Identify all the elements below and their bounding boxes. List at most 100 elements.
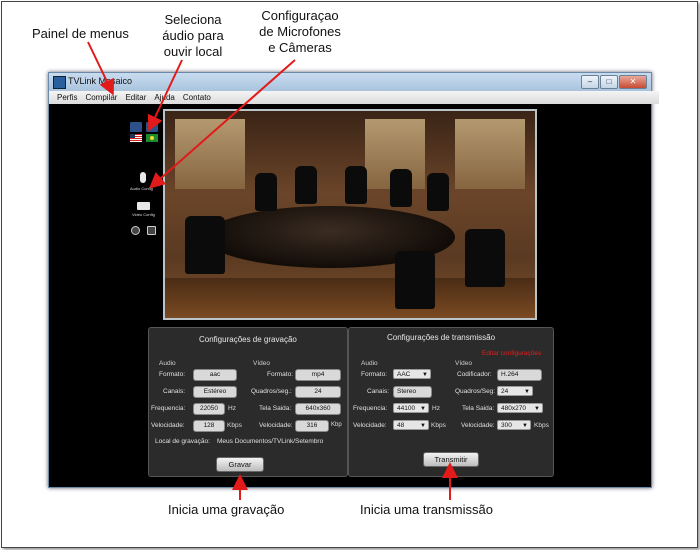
video-fps-value[interactable]: 24 [295, 386, 341, 398]
tx-audio-channels-value[interactable]: Stereo [393, 386, 432, 398]
close-button[interactable]: ✕ [619, 75, 647, 89]
audio-bitrate-value[interactable]: 128 [193, 420, 225, 432]
settings-icon[interactable] [131, 226, 140, 235]
room-window [455, 119, 525, 189]
microphone-icon[interactable] [140, 172, 146, 183]
video-resolution-value[interactable]: 640x360 [295, 403, 341, 415]
audio-header: Audio [361, 360, 378, 367]
chevron-down-icon: ▼ [422, 372, 428, 378]
video-format-value[interactable]: mp4 [295, 369, 341, 381]
callout-line: de Microfones [259, 24, 341, 39]
audio-channels-label: Canais: [163, 388, 186, 395]
tx-video-fps-label: Quadros/Seg: [455, 388, 496, 395]
maximize-button[interactable]: □ [600, 75, 618, 89]
search-icon[interactable] [147, 226, 156, 235]
callout-line: e Câmeras [268, 40, 332, 55]
tx-video-resolution-select[interactable]: 480x270 ▼ [497, 403, 543, 413]
chair [295, 166, 317, 204]
recording-settings-panel: Configurações de gravação Audio Vídeo Fo… [148, 327, 348, 477]
chair [427, 173, 449, 211]
tx-video-bitrate-value: 300 [501, 422, 512, 429]
audio-header: Audio [159, 360, 176, 367]
tx-video-fps-select[interactable]: 24 ▼ [497, 386, 533, 396]
tx-video-bitrate-unit: Kbps [534, 422, 549, 429]
video-header: Vídeo [253, 360, 270, 367]
speaker-icon[interactable] [146, 122, 158, 132]
video-bitrate-label: Velocidade: [259, 422, 293, 429]
tx-audio-bitrate-value: 48 [397, 422, 405, 429]
chair [185, 216, 225, 274]
chevron-down-icon: ▼ [522, 423, 528, 429]
camera-icon[interactable] [137, 202, 150, 210]
title-bar: TVLink Mosaico – □ ✕ [49, 73, 651, 91]
tx-video-resolution-label: Tela Saida: [462, 405, 495, 412]
callout-audio-select: Seleciona áudio para ouvir local [152, 12, 234, 60]
recording-location-label: Local de gravação: [155, 438, 210, 445]
tx-audio-format-label: Formato: [361, 371, 388, 378]
video-preview [163, 109, 537, 320]
video-bitrate-value[interactable]: 316 [295, 420, 329, 432]
chair [390, 169, 412, 207]
audio-frequency-label: Frequencia: [151, 405, 186, 412]
callout-line: Seleciona [164, 12, 222, 27]
app-icon [53, 76, 66, 89]
menu-compilar[interactable]: Compilar [85, 91, 117, 104]
video-format-label: Formato: [267, 371, 294, 378]
window-title: TVLink Mosaico [68, 76, 133, 86]
tx-video-bitrate-label: Velocidade: [461, 422, 495, 429]
room-window [175, 119, 245, 189]
audio-config-label[interactable]: Audio Config [130, 186, 153, 191]
tx-audio-frequency-select[interactable]: 44100 ▼ [393, 403, 429, 413]
chevron-down-icon: ▼ [420, 423, 426, 429]
audio-format-label: Formato: [159, 371, 186, 378]
audio-channels-value[interactable]: Estéreo [193, 386, 237, 398]
transmission-settings-panel: Configurações de transmissão Editar conf… [348, 327, 554, 477]
tx-audio-bitrate-unit: Kbps [431, 422, 446, 429]
audio-bitrate-label: Velocidade: [151, 422, 185, 429]
audio-format-value[interactable]: aac [193, 369, 237, 381]
tx-video-resolution-value: 480x270 [501, 405, 526, 412]
audio-frequency-value[interactable]: 22050 [193, 403, 225, 415]
callout-start-recording: Inicia uma gravação [168, 502, 285, 517]
callout-start-transmission: Inicia uma transmissão [360, 502, 493, 517]
edit-settings-link[interactable]: Editar configurações [482, 350, 541, 357]
menu-perfis[interactable]: Perfis [57, 91, 77, 104]
callout-line: ouvir local [163, 44, 223, 59]
chevron-down-icon: ▼ [534, 406, 540, 412]
tx-video-fps-value: 24 [501, 388, 509, 395]
tx-video-codec-label: Codificador: [457, 371, 492, 378]
speaker-icon[interactable] [130, 122, 142, 132]
chair [345, 166, 367, 204]
minimize-button[interactable]: – [581, 75, 599, 89]
tx-audio-format-select[interactable]: AAC ▼ [393, 369, 431, 379]
chair [255, 173, 277, 211]
video-fps-label: Quadros/seg.: [251, 388, 292, 395]
menu-ajuda[interactable]: Ajuda [154, 91, 174, 104]
tx-audio-format-value: AAC [397, 371, 411, 378]
chair [465, 229, 505, 287]
recording-panel-title: Configurações de gravação [199, 335, 297, 344]
record-button[interactable]: Gravar [216, 457, 264, 472]
video-resolution-label: Tela Saida: [259, 405, 292, 412]
tx-video-bitrate-select[interactable]: 300 ▼ [497, 420, 531, 430]
tx-video-codec-value[interactable]: H.264 [497, 369, 542, 381]
video-bitrate-unit: Kbp [331, 422, 342, 428]
tx-audio-channels-label: Canais: [367, 388, 390, 395]
window-controls: – □ ✕ [581, 75, 647, 89]
brazil-flag-icon[interactable] [146, 134, 158, 142]
us-flag-icon[interactable] [130, 134, 142, 142]
tx-audio-bitrate-select[interactable]: 48 ▼ [393, 420, 429, 430]
callout-menu-panel: Painel de menus [32, 26, 129, 41]
menu-bar: Perfis Compilar Editar Ajuda Contato [49, 91, 659, 104]
transmission-panel-title: Configurações de transmissão [387, 333, 496, 342]
recording-location-value: Meus Documentos/TVLink/Setembro [217, 438, 324, 445]
callout-mic-camera: Configuraçao de Microfones e Câmeras [250, 8, 350, 56]
tx-audio-frequency-label: Frequencia: [353, 405, 388, 412]
video-config-label[interactable]: Video Config [132, 212, 155, 217]
menu-editar[interactable]: Editar [125, 91, 146, 104]
audio-frequency-unit: Hz [228, 405, 236, 412]
menu-contato[interactable]: Contato [183, 91, 211, 104]
transmit-button[interactable]: Transmitir [423, 452, 479, 467]
chevron-down-icon: ▼ [524, 389, 530, 395]
chair [395, 251, 435, 309]
